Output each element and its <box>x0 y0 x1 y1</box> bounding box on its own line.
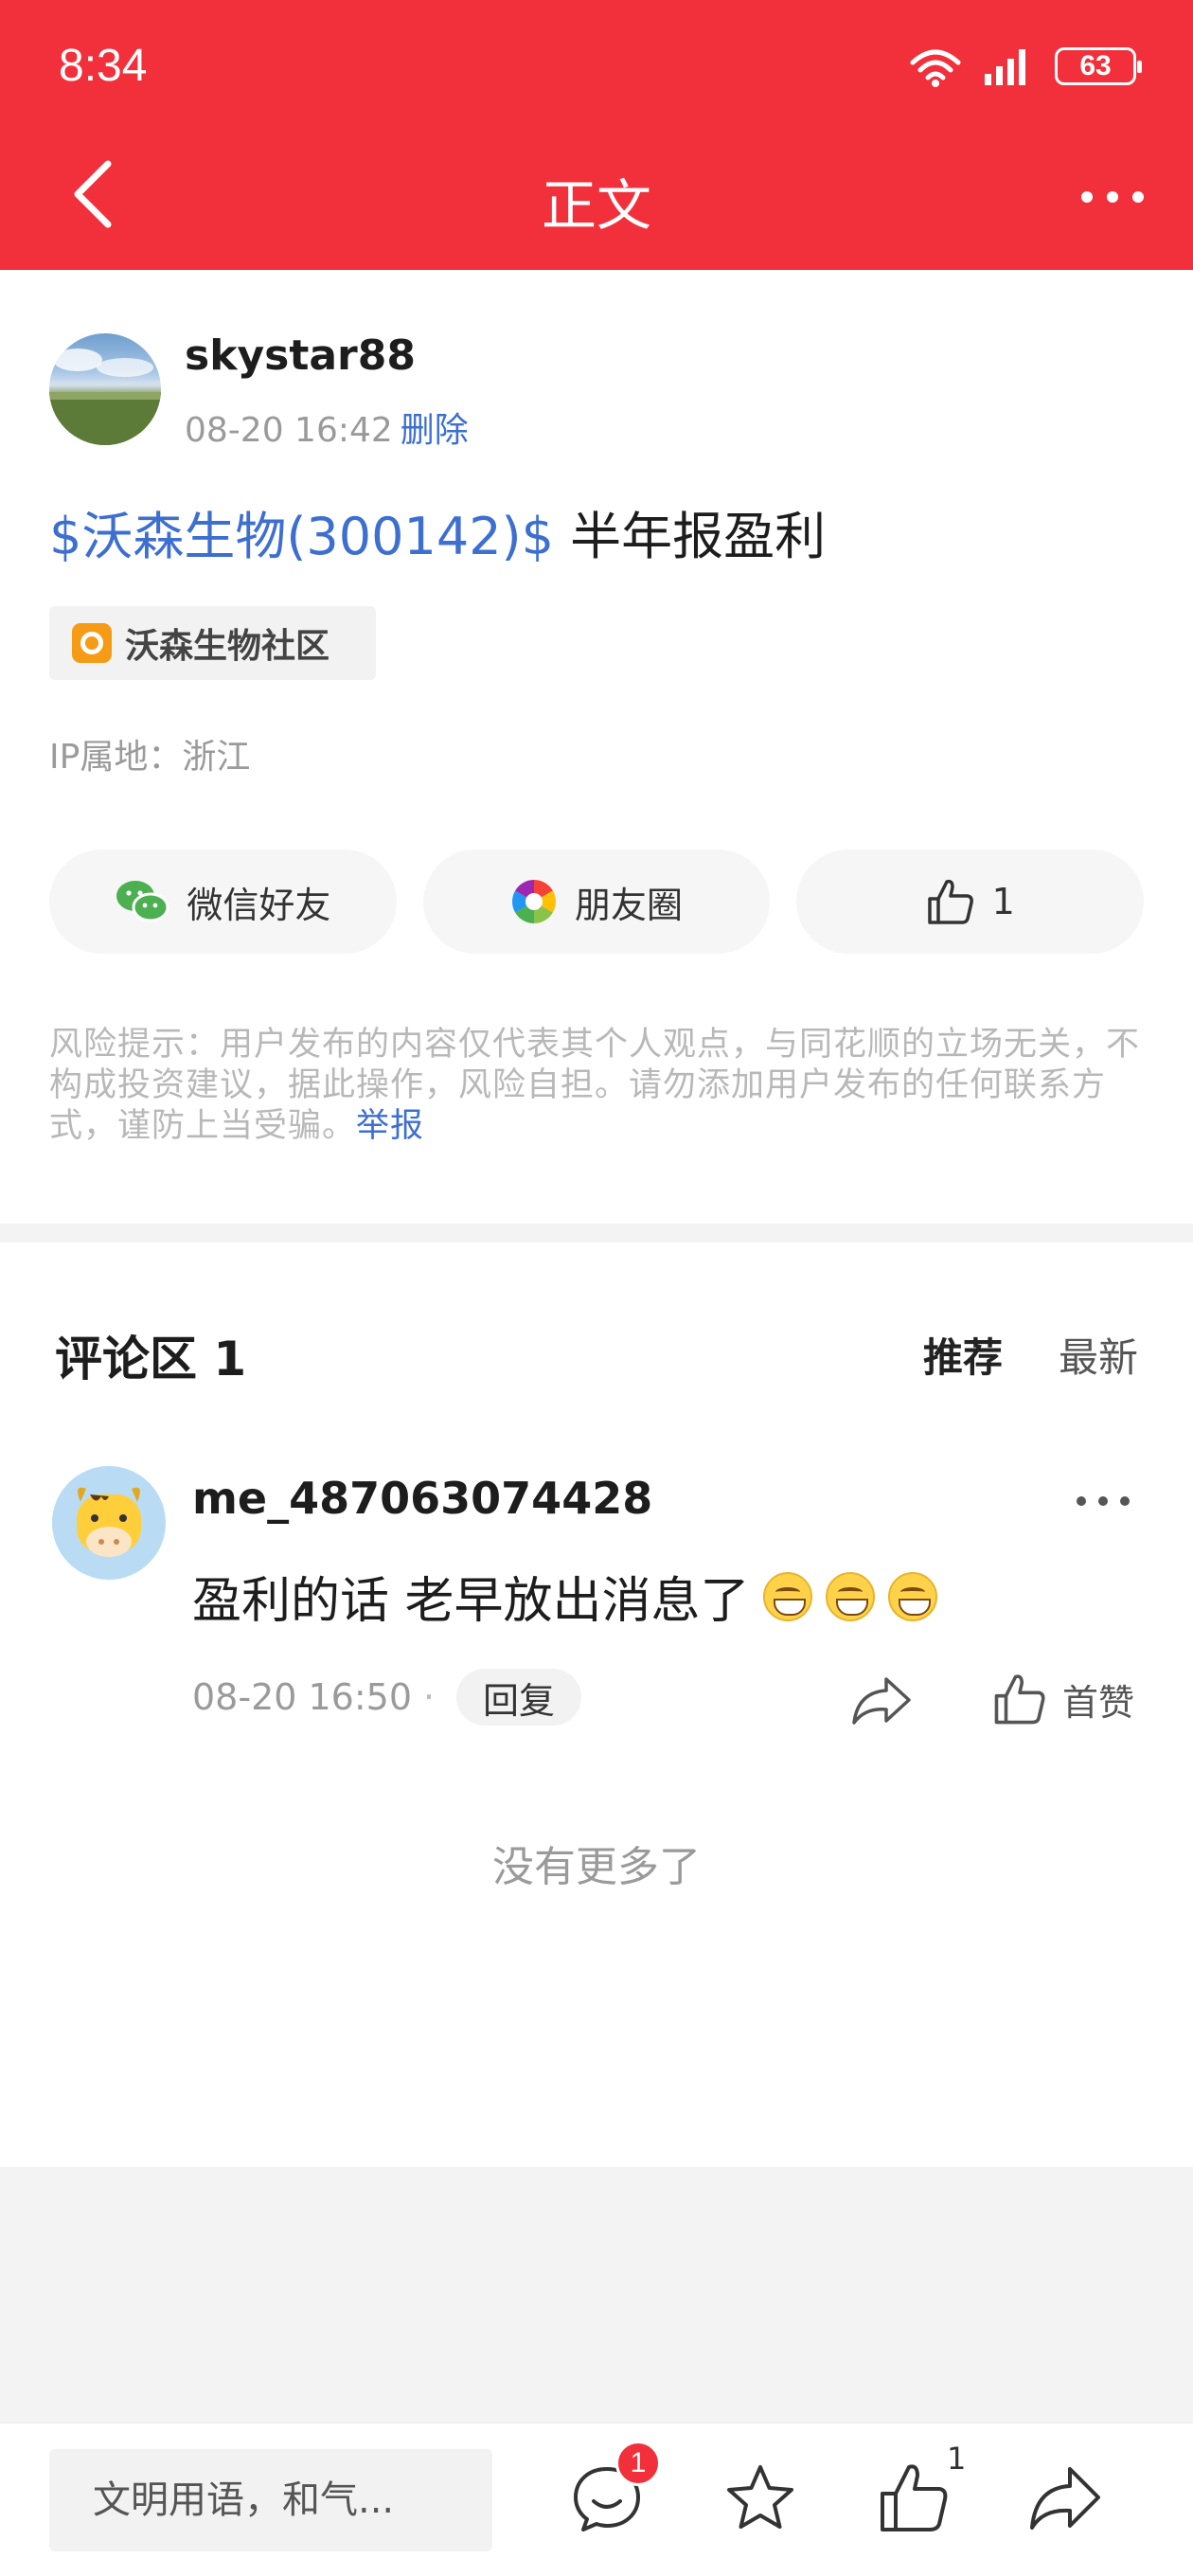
thumbs-up-icon <box>927 879 973 924</box>
commenter-avatar[interactable] <box>52 1466 166 1580</box>
battery-icon: 63 <box>1055 47 1142 85</box>
comment-body: 盈利的话 老早放出消息了 <box>192 1573 750 1630</box>
report-link[interactable]: 举报 <box>356 1107 424 1145</box>
thumbs-up-icon <box>994 1674 1045 1725</box>
post-title: $沃森生物(300142)$ 半年报盈利 <box>49 494 826 569</box>
status-icons: 63 <box>909 44 1142 89</box>
comment-like-button[interactable]: 首赞 <box>992 1669 1134 1729</box>
share-icon[interactable] <box>1026 2460 1104 2537</box>
thumbs-up-icon[interactable] <box>875 2460 953 2537</box>
page-title: 正文 <box>541 173 651 238</box>
reply-button[interactable]: 回复 <box>456 1669 581 1726</box>
comment-input[interactable] <box>49 2449 492 2551</box>
share-icon[interactable] <box>850 1672 913 1728</box>
no-more-text: 没有更多了 <box>492 1843 701 1891</box>
comment-more-icon[interactable] <box>1070 1482 1136 1520</box>
wifi-icon <box>910 49 961 87</box>
sort-latest-tab[interactable]: 最新 <box>1059 1326 1138 1384</box>
post-meta: 08-20 16:42 删除 <box>185 402 469 452</box>
community-label: 沃森生物社区 <box>125 627 330 666</box>
community-tag[interactable]: 沃森生物社区 <box>49 606 376 680</box>
stock-tag-link[interactable]: $沃森生物(300142)$ <box>49 507 554 566</box>
star-icon[interactable] <box>721 2460 799 2537</box>
bottom-bar: 1 1 <box>0 2423 1193 2576</box>
share-wechat-label: 微信好友 <box>187 884 331 926</box>
moments-icon <box>512 880 556 923</box>
more-icon[interactable] <box>1070 170 1155 224</box>
share-moments-button[interactable]: 朋友圈 <box>422 850 771 954</box>
post-like-count: 1 <box>991 881 1015 922</box>
author-avatar[interactable] <box>49 333 161 445</box>
app-header: 8:34 63 正文 <box>0 0 1193 270</box>
comment-username[interactable]: me_487063074428 <box>192 1473 652 1524</box>
section-divider <box>0 1224 1193 1243</box>
delete-link[interactable]: 删除 <box>401 411 469 450</box>
comment-separator: · <box>423 1676 436 1718</box>
share-moments-label: 朋友圈 <box>575 884 684 926</box>
comment-time: 08-20 16:50 <box>192 1676 413 1718</box>
comment-count-badge: 1 <box>615 2441 661 2486</box>
share-row: 微信好友 朋友圈 1 <box>49 850 1145 954</box>
share-wechat-button[interactable]: 微信好友 <box>49 850 397 954</box>
status-time: 8:34 <box>59 41 148 91</box>
author-name[interactable]: skystar88 <box>185 331 416 380</box>
empty-area <box>0 2167 1193 2423</box>
battery-level: 63 <box>1079 50 1112 81</box>
risk-notice: 风险提示：用户发布的内容仅代表其个人观点，与同花顺的立场无关，不构成投资建议，据… <box>49 1025 1148 1147</box>
comments-title: 评论区 1 <box>55 1332 247 1386</box>
comment-text: 盈利的话 老早放出消息了 <box>192 1561 937 1632</box>
comment-like-label: 首赞 <box>1062 1681 1135 1724</box>
bottom-like-count: 1 <box>947 2441 967 2477</box>
sort-recommended-tab[interactable]: 推荐 <box>923 1326 1003 1384</box>
ip-location: IP属地：浙江 <box>49 738 251 777</box>
risk-notice-text: 风险提示：用户发布的内容仅代表其个人观点，与同花顺的立场无关，不构成投资建议，据… <box>49 1026 1141 1145</box>
community-icon <box>72 623 112 663</box>
grin-emoji-icon <box>887 1571 937 1621</box>
grin-emoji-icon <box>825 1571 875 1621</box>
post-title-text: 半年报盈利 <box>554 507 827 566</box>
post-date: 08-20 16:42 <box>185 411 393 450</box>
post-like-button[interactable]: 1 <box>796 850 1145 954</box>
grin-emoji-icon <box>762 1571 812 1621</box>
wechat-icon <box>116 881 169 922</box>
signal-icon <box>985 49 1025 85</box>
